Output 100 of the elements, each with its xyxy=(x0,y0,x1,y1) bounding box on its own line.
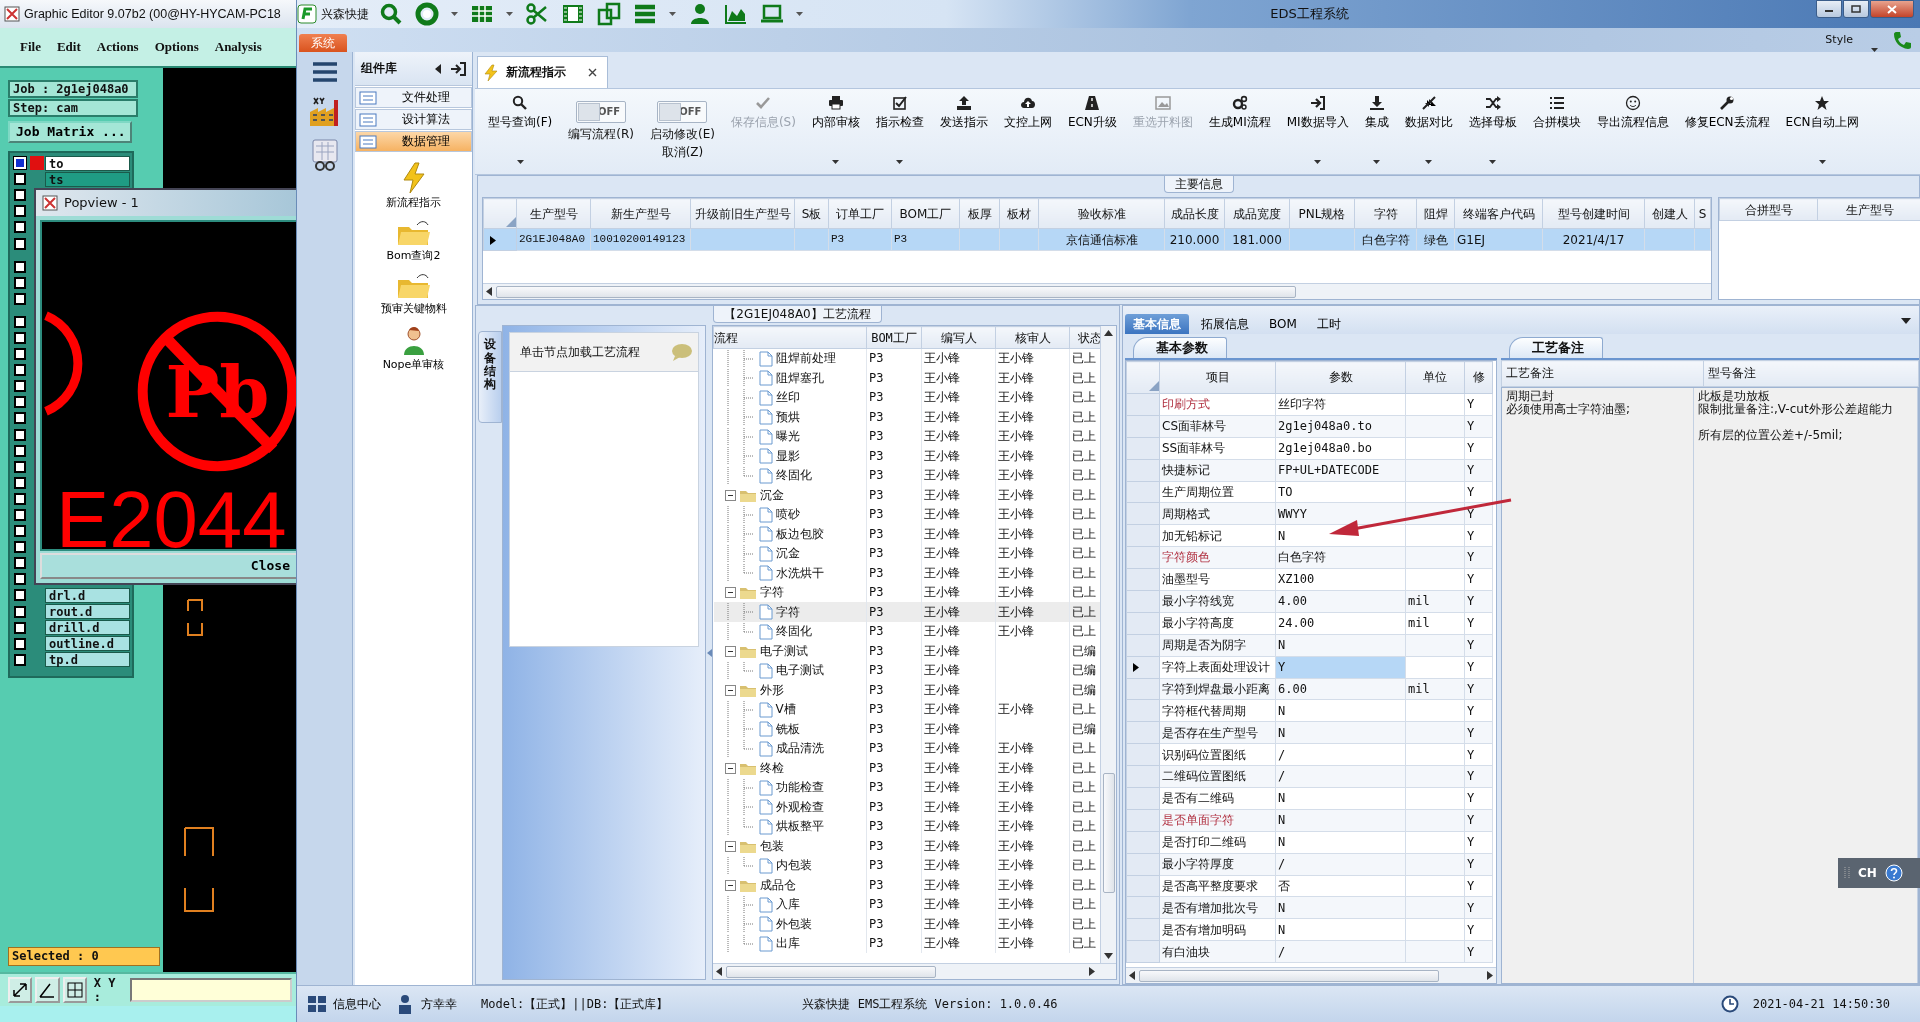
user-icon[interactable] xyxy=(688,2,712,26)
caret-icon[interactable] xyxy=(451,12,458,16)
column-header[interactable]: 核审人 xyxy=(995,326,1070,349)
tree-node-label[interactable]: V槽 xyxy=(775,702,796,718)
close-icon[interactable] xyxy=(588,68,597,77)
vertical-scrollbar[interactable] xyxy=(1100,326,1116,963)
menu-item[interactable]: Options xyxy=(154,39,199,55)
dropdown-icon[interactable] xyxy=(1901,318,1911,324)
layer-checkbox[interactable] xyxy=(14,444,26,457)
column-header[interactable]: 字符 xyxy=(1354,198,1417,229)
collapse-icon[interactable] xyxy=(724,684,736,696)
column-header[interactable]: 型号备注 xyxy=(1703,360,1919,387)
collapse-icon[interactable] xyxy=(724,587,736,599)
table-row[interactable]: 印刷方式 丝印字符 Y xyxy=(1126,393,1493,416)
status-button[interactable]: 方幸幸 xyxy=(395,994,457,1014)
column-header[interactable]: 订单工厂 xyxy=(828,198,892,229)
caret-icon[interactable] xyxy=(506,12,513,16)
caret-icon[interactable] xyxy=(796,12,803,16)
tab[interactable]: 基本信息 xyxy=(1125,313,1189,334)
toolbar-button[interactable]: 导出流程信息 xyxy=(1589,89,1676,174)
horizontal-scrollbar[interactable] xyxy=(713,963,1116,979)
column-header[interactable]: 验收标准 xyxy=(1038,198,1165,229)
table-row[interactable]: 字符颜色 白色字符 Y xyxy=(1126,546,1493,569)
menu-item[interactable]: File xyxy=(20,39,41,55)
column-header[interactable]: BOM工厂 xyxy=(891,198,960,229)
panel-tab[interactable]: 基本参数 xyxy=(1133,337,1227,358)
table-row[interactable]: 是否有增加批次号 N Y xyxy=(1126,897,1493,919)
menu-item[interactable]: Analysis xyxy=(214,39,262,55)
column-header[interactable]: 工艺备注 xyxy=(1501,360,1704,387)
film-icon[interactable] xyxy=(561,2,585,26)
tree-node-label[interactable]: 终检 xyxy=(759,760,784,776)
toolbar-button[interactable]: 发送指示 xyxy=(932,89,995,174)
table-row[interactable]: 是否有增加明码 N Y xyxy=(1126,918,1493,941)
table-row[interactable]: 最小字符线宽 4.00 mil Y xyxy=(1126,590,1493,613)
table-row[interactable]: 是否高平整度要求 否 Y xyxy=(1126,875,1493,897)
column-header[interactable]: 编写人 xyxy=(921,326,996,349)
toolbar-button[interactable]: 集成 xyxy=(1357,89,1396,174)
layer-checkbox[interactable] xyxy=(14,509,26,521)
tree-node-label[interactable]: 终固化 xyxy=(775,468,812,484)
tree-row[interactable]: 字符 P3 王小锋 王小锋 已上 xyxy=(713,602,1100,622)
tree-node-label[interactable]: 电子测试 xyxy=(759,643,808,659)
toolbar-button[interactable]: 修复ECN丢流程 xyxy=(1677,89,1777,174)
menu-item[interactable]: Edit xyxy=(56,39,81,55)
toolbar-button[interactable]: 数据对比 xyxy=(1397,89,1460,174)
collapse-icon[interactable] xyxy=(724,762,736,774)
table-row[interactable]: 是否有二维码 N Y xyxy=(1126,787,1493,810)
tree-node-label[interactable]: 阻焊塞孔 xyxy=(775,370,824,386)
tree-node-label[interactable]: 字符 xyxy=(775,604,800,620)
table-row[interactable]: 是否存在生产型号 N Y xyxy=(1126,721,1493,744)
table-row[interactable]: 字符框代替周期 N Y xyxy=(1126,699,1493,722)
toolbar-button[interactable]: ECN自动上网 xyxy=(1778,89,1866,174)
category-item[interactable]: 文件处理 xyxy=(355,87,472,108)
layer-checkbox[interactable] xyxy=(14,541,26,554)
side-tab[interactable]: 设备结构 xyxy=(478,331,502,424)
table-row[interactable]: CS面菲林号 2g1ej048a0.to Y xyxy=(1126,415,1493,438)
toolbar-button[interactable]: MI数据导入 xyxy=(1279,89,1356,174)
layer-name[interactable]: tp.d xyxy=(45,652,130,668)
column-header[interactable]: 终端客户代码 xyxy=(1454,198,1543,229)
layer-checkbox[interactable] xyxy=(14,412,26,425)
table-row[interactable]: 字符上表面处理设计 Y Y xyxy=(1126,656,1493,679)
layer-checkbox[interactable] xyxy=(14,492,26,505)
area-chart-icon[interactable] xyxy=(724,2,748,26)
tab[interactable]: BOM xyxy=(1261,313,1305,334)
tree-node-label[interactable]: 预烘 xyxy=(775,409,800,425)
column-header[interactable]: 新生产型号 xyxy=(590,198,691,229)
tool-item[interactable]: Nope单审核 xyxy=(355,325,472,371)
table-row[interactable]: 有白油块 / Y xyxy=(1126,940,1493,963)
close-button[interactable] xyxy=(1870,0,1914,18)
job-matrix-button[interactable]: Job Matrix ... xyxy=(8,121,132,143)
layer-name[interactable]: ts xyxy=(45,171,130,187)
layer-checkbox[interactable] xyxy=(14,525,26,538)
caret-icon[interactable] xyxy=(669,12,676,16)
tree-node-label[interactable]: 外观检查 xyxy=(775,799,824,815)
horizontal-scrollbar[interactable] xyxy=(1126,967,1496,983)
table-row[interactable]: 二维码位置图纸 / Y xyxy=(1126,765,1493,788)
tab[interactable]: 工时 xyxy=(1308,313,1349,334)
tree-node-label[interactable]: 成品清洗 xyxy=(775,741,824,757)
layer-checkbox[interactable] xyxy=(14,237,26,250)
column-header[interactable]: 阻焊 xyxy=(1416,198,1455,229)
table-row[interactable]: 字符到焊盘最小距离 6.00 mil Y xyxy=(1126,678,1493,700)
layer-name[interactable]: outline.d xyxy=(45,636,130,652)
status-button[interactable]: 信息中心 xyxy=(307,994,381,1014)
table-row[interactable]: 最小字符高度 24.00 mil Y xyxy=(1126,612,1493,635)
column-header[interactable]: BOM工厂 xyxy=(866,326,922,349)
module-button[interactable] xyxy=(309,138,340,172)
layer-checkbox[interactable] xyxy=(14,637,26,650)
layer-checkbox[interactable] xyxy=(14,557,26,570)
collapse-icon[interactable] xyxy=(724,489,736,501)
layer-checkbox[interactable] xyxy=(14,460,26,473)
grid-tool-button[interactable] xyxy=(62,977,87,1003)
table-row[interactable]: 2G1EJ048A0 10010200149123 P3 P3 京信通信标准 210.000 181.000 白色字符 绿色 G1EJ 2021/4/17 xyxy=(483,228,1711,251)
column-header[interactable]: 修 xyxy=(1464,361,1493,394)
tree-node-label[interactable]: 外形 xyxy=(759,682,784,698)
tree-node-label[interactable]: 丝印 xyxy=(775,390,800,406)
layer-checkbox[interactable] xyxy=(14,621,26,634)
tree-node-label[interactable]: 入库 xyxy=(775,897,800,913)
tool-item[interactable]: 预审关键物料 xyxy=(355,272,472,316)
measure-tool-button[interactable] xyxy=(35,977,60,1003)
tree-node-label[interactable]: 沉金 xyxy=(759,487,784,503)
tree-node-label[interactable]: 铣板 xyxy=(775,721,800,737)
